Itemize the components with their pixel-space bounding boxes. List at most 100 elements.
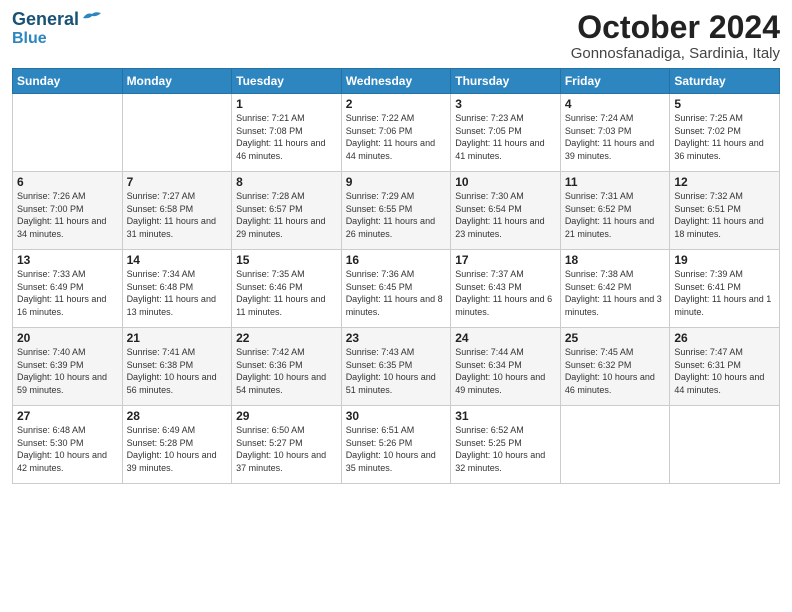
day-number: 2 [346, 97, 447, 111]
day-number: 18 [565, 253, 666, 267]
day-number: 29 [236, 409, 337, 423]
day-info: Sunrise: 7:40 AM Sunset: 6:39 PM Dayligh… [17, 346, 118, 396]
col-header-friday: Friday [560, 69, 670, 94]
day-info: Sunrise: 7:29 AM Sunset: 6:55 PM Dayligh… [346, 190, 447, 240]
day-number: 9 [346, 175, 447, 189]
calendar-cell: 25Sunrise: 7:45 AM Sunset: 6:32 PM Dayli… [560, 328, 670, 406]
day-info: Sunrise: 7:21 AM Sunset: 7:08 PM Dayligh… [236, 112, 337, 162]
week-row-5: 27Sunrise: 6:48 AM Sunset: 5:30 PM Dayli… [13, 406, 780, 484]
day-info: Sunrise: 7:42 AM Sunset: 6:36 PM Dayligh… [236, 346, 337, 396]
week-row-2: 6Sunrise: 7:26 AM Sunset: 7:00 PM Daylig… [13, 172, 780, 250]
calendar-cell [670, 406, 780, 484]
calendar-cell: 29Sunrise: 6:50 AM Sunset: 5:27 PM Dayli… [232, 406, 342, 484]
col-header-thursday: Thursday [451, 69, 561, 94]
calendar-cell: 24Sunrise: 7:44 AM Sunset: 6:34 PM Dayli… [451, 328, 561, 406]
calendar-cell: 8Sunrise: 7:28 AM Sunset: 6:57 PM Daylig… [232, 172, 342, 250]
day-info: Sunrise: 6:50 AM Sunset: 5:27 PM Dayligh… [236, 424, 337, 474]
day-info: Sunrise: 7:45 AM Sunset: 6:32 PM Dayligh… [565, 346, 666, 396]
header-row-days: SundayMondayTuesdayWednesdayThursdayFrid… [13, 69, 780, 94]
day-info: Sunrise: 7:34 AM Sunset: 6:48 PM Dayligh… [127, 268, 228, 318]
day-info: Sunrise: 7:47 AM Sunset: 6:31 PM Dayligh… [674, 346, 775, 396]
week-row-1: 1Sunrise: 7:21 AM Sunset: 7:08 PM Daylig… [13, 94, 780, 172]
day-number: 21 [127, 331, 228, 345]
logo-blue-text: Blue [12, 30, 47, 48]
col-header-saturday: Saturday [670, 69, 780, 94]
day-number: 12 [674, 175, 775, 189]
location-subtitle: Gonnosfanadiga, Sardinia, Italy [571, 45, 780, 62]
page-container: General Blue October 2024 Gonnosfanadiga… [0, 0, 792, 492]
calendar-cell: 20Sunrise: 7:40 AM Sunset: 6:39 PM Dayli… [13, 328, 123, 406]
day-info: Sunrise: 7:38 AM Sunset: 6:42 PM Dayligh… [565, 268, 666, 318]
day-info: Sunrise: 7:25 AM Sunset: 7:02 PM Dayligh… [674, 112, 775, 162]
day-number: 31 [455, 409, 556, 423]
day-number: 15 [236, 253, 337, 267]
header-row: General Blue October 2024 Gonnosfanadiga… [12, 10, 780, 62]
day-number: 24 [455, 331, 556, 345]
day-number: 27 [17, 409, 118, 423]
day-info: Sunrise: 7:31 AM Sunset: 6:52 PM Dayligh… [565, 190, 666, 240]
calendar-cell: 6Sunrise: 7:26 AM Sunset: 7:00 PM Daylig… [13, 172, 123, 250]
day-info: Sunrise: 7:32 AM Sunset: 6:51 PM Dayligh… [674, 190, 775, 240]
col-header-tuesday: Tuesday [232, 69, 342, 94]
calendar-cell: 17Sunrise: 7:37 AM Sunset: 6:43 PM Dayli… [451, 250, 561, 328]
day-info: Sunrise: 7:43 AM Sunset: 6:35 PM Dayligh… [346, 346, 447, 396]
day-number: 13 [17, 253, 118, 267]
calendar-cell: 9Sunrise: 7:29 AM Sunset: 6:55 PM Daylig… [341, 172, 451, 250]
calendar-cell [560, 406, 670, 484]
calendar-cell: 21Sunrise: 7:41 AM Sunset: 6:38 PM Dayli… [122, 328, 232, 406]
day-number: 5 [674, 97, 775, 111]
day-number: 20 [17, 331, 118, 345]
day-number: 30 [346, 409, 447, 423]
calendar-cell: 31Sunrise: 6:52 AM Sunset: 5:25 PM Dayli… [451, 406, 561, 484]
day-number: 6 [17, 175, 118, 189]
day-number: 22 [236, 331, 337, 345]
calendar-cell [122, 94, 232, 172]
week-row-4: 20Sunrise: 7:40 AM Sunset: 6:39 PM Dayli… [13, 328, 780, 406]
day-info: Sunrise: 6:49 AM Sunset: 5:28 PM Dayligh… [127, 424, 228, 474]
day-number: 23 [346, 331, 447, 345]
calendar-cell: 13Sunrise: 7:33 AM Sunset: 6:49 PM Dayli… [13, 250, 123, 328]
day-info: Sunrise: 7:23 AM Sunset: 7:05 PM Dayligh… [455, 112, 556, 162]
calendar-cell: 7Sunrise: 7:27 AM Sunset: 6:58 PM Daylig… [122, 172, 232, 250]
calendar-table: SundayMondayTuesdayWednesdayThursdayFrid… [12, 68, 780, 484]
calendar-cell: 5Sunrise: 7:25 AM Sunset: 7:02 PM Daylig… [670, 94, 780, 172]
logo-text: General [12, 10, 79, 30]
day-number: 8 [236, 175, 337, 189]
calendar-cell: 19Sunrise: 7:39 AM Sunset: 6:41 PM Dayli… [670, 250, 780, 328]
logo: General Blue [12, 10, 103, 47]
calendar-cell: 2Sunrise: 7:22 AM Sunset: 7:06 PM Daylig… [341, 94, 451, 172]
day-info: Sunrise: 7:22 AM Sunset: 7:06 PM Dayligh… [346, 112, 447, 162]
title-block: October 2024 Gonnosfanadiga, Sardinia, I… [571, 10, 780, 62]
calendar-cell [13, 94, 123, 172]
calendar-cell: 22Sunrise: 7:42 AM Sunset: 6:36 PM Dayli… [232, 328, 342, 406]
calendar-cell: 30Sunrise: 6:51 AM Sunset: 5:26 PM Dayli… [341, 406, 451, 484]
day-number: 25 [565, 331, 666, 345]
day-info: Sunrise: 7:36 AM Sunset: 6:45 PM Dayligh… [346, 268, 447, 318]
logo-bird-icon [81, 10, 103, 26]
col-header-wednesday: Wednesday [341, 69, 451, 94]
col-header-monday: Monday [122, 69, 232, 94]
day-number: 19 [674, 253, 775, 267]
day-info: Sunrise: 7:41 AM Sunset: 6:38 PM Dayligh… [127, 346, 228, 396]
day-number: 7 [127, 175, 228, 189]
day-info: Sunrise: 7:39 AM Sunset: 6:41 PM Dayligh… [674, 268, 775, 318]
day-info: Sunrise: 7:35 AM Sunset: 6:46 PM Dayligh… [236, 268, 337, 318]
calendar-cell: 14Sunrise: 7:34 AM Sunset: 6:48 PM Dayli… [122, 250, 232, 328]
day-info: Sunrise: 6:48 AM Sunset: 5:30 PM Dayligh… [17, 424, 118, 474]
day-info: Sunrise: 6:52 AM Sunset: 5:25 PM Dayligh… [455, 424, 556, 474]
day-info: Sunrise: 7:33 AM Sunset: 6:49 PM Dayligh… [17, 268, 118, 318]
day-number: 10 [455, 175, 556, 189]
calendar-cell: 28Sunrise: 6:49 AM Sunset: 5:28 PM Dayli… [122, 406, 232, 484]
day-number: 3 [455, 97, 556, 111]
day-info: Sunrise: 7:28 AM Sunset: 6:57 PM Dayligh… [236, 190, 337, 240]
calendar-cell: 26Sunrise: 7:47 AM Sunset: 6:31 PM Dayli… [670, 328, 780, 406]
calendar-cell: 3Sunrise: 7:23 AM Sunset: 7:05 PM Daylig… [451, 94, 561, 172]
calendar-cell: 18Sunrise: 7:38 AM Sunset: 6:42 PM Dayli… [560, 250, 670, 328]
day-number: 16 [346, 253, 447, 267]
day-number: 14 [127, 253, 228, 267]
day-info: Sunrise: 7:24 AM Sunset: 7:03 PM Dayligh… [565, 112, 666, 162]
day-info: Sunrise: 7:44 AM Sunset: 6:34 PM Dayligh… [455, 346, 556, 396]
day-info: Sunrise: 7:37 AM Sunset: 6:43 PM Dayligh… [455, 268, 556, 318]
calendar-cell: 16Sunrise: 7:36 AM Sunset: 6:45 PM Dayli… [341, 250, 451, 328]
calendar-cell: 23Sunrise: 7:43 AM Sunset: 6:35 PM Dayli… [341, 328, 451, 406]
